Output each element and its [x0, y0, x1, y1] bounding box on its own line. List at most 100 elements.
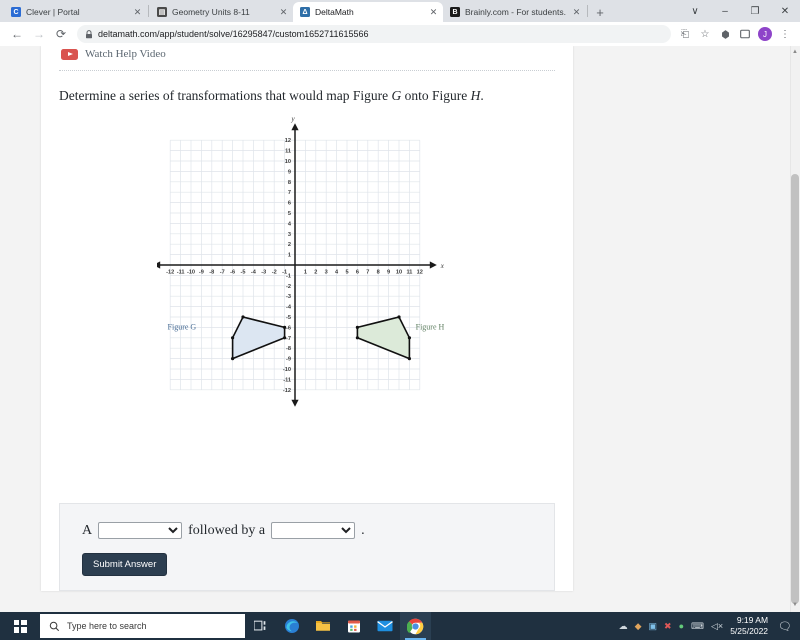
svg-text:4: 4 — [288, 221, 292, 227]
tab-clever-portal[interactable]: C Clever | Portal ✕ — [4, 2, 147, 22]
brainly-icon: B — [450, 7, 460, 17]
page-scrollbar-thumb[interactable] — [791, 174, 799, 604]
lock-icon — [85, 29, 93, 39]
url-text: deltamath.com/app/student/solve/16295847… — [98, 29, 369, 39]
new-tab-button[interactable]: + — [589, 2, 611, 22]
onedrive-icon[interactable]: ☁ — [619, 621, 628, 631]
svg-text:7: 7 — [366, 269, 369, 275]
tab-brainly[interactable]: B Brainly.com - For students. By stu ✕ — [443, 2, 586, 22]
svg-text:8: 8 — [288, 179, 291, 185]
svg-text:-3: -3 — [286, 294, 291, 300]
security-icon[interactable]: ◆ — [635, 621, 642, 631]
tab-close-icon[interactable]: ✕ — [132, 7, 143, 18]
browser-window: C Clever | Portal ✕ ▤ Geometry Units 8-1… — [0, 0, 800, 612]
svg-text:2: 2 — [288, 242, 291, 248]
svg-text:9: 9 — [387, 269, 390, 275]
bookmark-star-icon[interactable]: ☆ — [696, 25, 714, 43]
tab-search-icon[interactable]: ∨ — [680, 0, 710, 22]
task-view-icon[interactable] — [245, 612, 276, 640]
share-icon[interactable]: ⎗ — [676, 25, 694, 43]
chrome-icon[interactable] — [400, 612, 431, 640]
page-viewport: Watch Help Video Determine a series of t… — [0, 46, 800, 612]
minimize-button[interactable]: – — [710, 0, 740, 22]
svg-text:-7: -7 — [286, 335, 291, 341]
start-button[interactable] — [0, 612, 40, 640]
svg-text:-4: -4 — [286, 304, 292, 310]
volume-muted-icon[interactable]: ◁× — [711, 621, 723, 631]
answer-lead-text: A — [82, 522, 93, 538]
svg-text:10: 10 — [396, 269, 402, 275]
svg-text:-6: -6 — [230, 269, 235, 275]
browser-menu-icon[interactable]: ⋮ — [776, 25, 794, 43]
browser-toolbar: ← → ⟳ deltamath.com/app/student/solve/16… — [0, 22, 800, 46]
sync-icon[interactable]: ● — [679, 621, 684, 631]
windows-logo-icon — [13, 619, 27, 633]
svg-text:-5: -5 — [241, 269, 246, 275]
address-bar[interactable]: deltamath.com/app/student/solve/16295847… — [77, 25, 671, 43]
cast-icon[interactable] — [736, 25, 754, 43]
file-explorer-icon[interactable] — [307, 612, 338, 640]
store-icon[interactable] — [338, 612, 369, 640]
figure-g-symbol: G — [391, 88, 402, 103]
maximize-button[interactable]: ❐ — [740, 0, 770, 22]
edge-icon[interactable] — [276, 612, 307, 640]
system-tray: ☁ ◆ ▣ ✖ ● ⌨ ◁× 9:19 AM 5/25/2022 🗨 — [619, 615, 800, 636]
svg-text:-1: -1 — [286, 273, 291, 279]
transformation-dropdown-2[interactable]: translationrotationreflectiondilation — [271, 522, 356, 539]
profile-initial: J — [758, 27, 772, 41]
network-icon[interactable]: ⌨ — [691, 621, 704, 631]
svg-text:4: 4 — [335, 269, 339, 275]
mail-icon[interactable] — [369, 612, 400, 640]
tab-close-icon[interactable]: ✕ — [428, 7, 439, 18]
svg-text:1: 1 — [304, 269, 307, 275]
tab-geometry-units[interactable]: ▤ Geometry Units 8-11 ✕ — [150, 2, 293, 22]
watch-help-video-link[interactable]: Watch Help Video — [41, 46, 573, 62]
tab-close-icon[interactable]: ✕ — [571, 7, 582, 18]
answer-panel: A translationrotationreflectiondilation … — [59, 503, 555, 591]
svg-text:5: 5 — [288, 211, 291, 217]
close-window-button[interactable]: ✕ — [770, 0, 800, 22]
avatar[interactable]: J — [756, 25, 774, 43]
scroll-down-arrow-icon[interactable]: ▼ — [791, 601, 799, 610]
prompt-text-end: . — [480, 88, 484, 103]
answer-middle-text: followed by a — [188, 522, 266, 538]
figure-h-symbol: H — [470, 88, 481, 103]
extensions-icon[interactable] — [716, 25, 734, 43]
tab-close-icon[interactable]: ✕ — [278, 7, 289, 18]
svg-text:-12: -12 — [166, 269, 174, 275]
svg-text:-3: -3 — [261, 269, 266, 275]
taskbar-search-placeholder: Type here to search — [67, 621, 147, 631]
transformation-dropdown-1[interactable]: translationrotationreflectiondilation — [98, 522, 183, 539]
svg-text:-8: -8 — [209, 269, 214, 275]
taskbar-search-input[interactable]: Type here to search — [40, 614, 245, 638]
svg-text:-11: -11 — [177, 269, 185, 275]
scroll-up-arrow-icon[interactable]: ▲ — [791, 48, 799, 57]
svg-text:-4: -4 — [251, 269, 257, 275]
problem-prompt: Determine a series of transformations th… — [59, 87, 555, 105]
deltamath-icon: Δ — [300, 7, 310, 17]
back-icon[interactable]: ← — [6, 23, 28, 45]
taskbar-clock[interactable]: 9:19 AM 5/25/2022 — [730, 615, 768, 636]
svg-text:9: 9 — [288, 169, 291, 175]
tab-deltamath[interactable]: Δ DeltaMath ✕ — [293, 2, 443, 22]
display-icon[interactable]: ▣ — [649, 621, 658, 631]
notification-icon[interactable]: 🗨 — [775, 620, 792, 633]
svg-text:-9: -9 — [286, 356, 291, 362]
svg-text:7: 7 — [288, 190, 291, 196]
page-scrollbar[interactable]: ▲ ▼ — [790, 46, 800, 612]
antivirus-icon[interactable]: ✖ — [664, 621, 672, 631]
clock-time: 9:19 AM — [736, 615, 769, 626]
svg-text:6: 6 — [288, 200, 291, 206]
svg-text:11: 11 — [285, 148, 291, 154]
clever-icon: C — [11, 7, 21, 17]
tab-strip: C Clever | Portal ✕ ▤ Geometry Units 8-1… — [0, 0, 800, 22]
svg-text:-9: -9 — [199, 269, 204, 275]
prompt-text-pre: Determine a series of transformations th… — [59, 88, 392, 103]
svg-text:8: 8 — [377, 269, 380, 275]
reload-icon[interactable]: ⟳ — [50, 23, 72, 45]
svg-text:-10: -10 — [283, 367, 291, 373]
section-divider — [59, 70, 555, 71]
toolbar-icons: ⎗ ☆ J ⋮ — [676, 25, 794, 43]
submit-answer-button[interactable]: Submit Answer — [82, 553, 168, 576]
forward-icon[interactable]: → — [28, 23, 50, 45]
